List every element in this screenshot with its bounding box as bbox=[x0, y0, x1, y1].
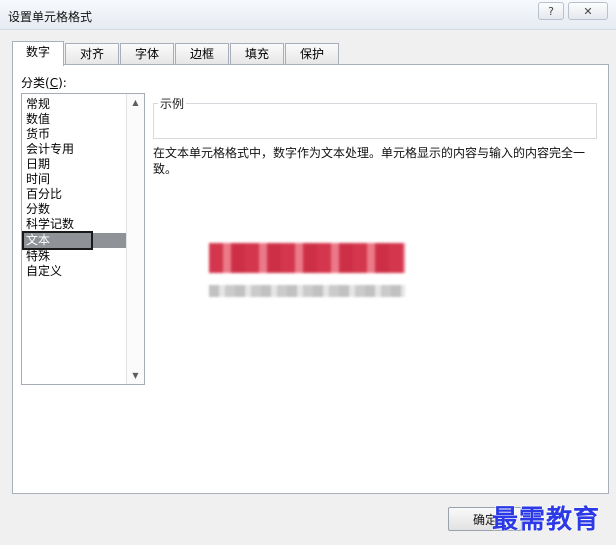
triangle-down-icon: ▼ bbox=[132, 371, 139, 380]
help-button[interactable]: ? bbox=[538, 2, 564, 20]
category-label: 分类(C): bbox=[21, 76, 67, 90]
list-item[interactable]: 特殊 bbox=[23, 249, 126, 264]
list-item-label: 文本 bbox=[26, 233, 51, 247]
triangle-up-icon: ▲ bbox=[132, 98, 139, 107]
tab-protection[interactable]: 保护 bbox=[285, 43, 339, 65]
sample-preview-box: 示例 bbox=[153, 95, 597, 139]
list-item[interactable]: 百分比 bbox=[23, 187, 126, 202]
tab-font[interactable]: 字体 bbox=[120, 43, 174, 65]
help-icon: ? bbox=[548, 4, 554, 18]
format-description: 在文本单元格格式中，数字作为文本处理。单元格显示的内容与输入的内容完全一致。 bbox=[153, 146, 586, 176]
sample-label: 示例 bbox=[158, 95, 187, 112]
list-item[interactable]: 货币 bbox=[23, 127, 126, 142]
list-scrollbar[interactable]: ▲ ▼ bbox=[126, 94, 144, 384]
list-item-selected[interactable]: 文本 bbox=[22, 231, 126, 250]
close-button[interactable]: ✕ bbox=[568, 2, 608, 20]
list-item[interactable]: 时间 bbox=[23, 172, 126, 187]
blurred-watermark-red bbox=[209, 243, 405, 273]
title-bar: 设置单元格格式 ? ✕ bbox=[0, 0, 616, 30]
list-item[interactable]: 日期 bbox=[23, 157, 126, 172]
list-item[interactable]: 会计专用 bbox=[23, 142, 126, 157]
tab-border[interactable]: 边框 bbox=[175, 43, 229, 65]
tab-panel-number: 分类(C): 常规 数值 货币 会计专用 日期 时间 百分比 分数 科学记数 文… bbox=[12, 64, 609, 494]
scroll-up-button[interactable]: ▲ bbox=[127, 94, 144, 111]
tab-fill[interactable]: 填充 bbox=[230, 43, 284, 65]
tab-alignment[interactable]: 对齐 bbox=[65, 43, 119, 65]
list-item[interactable]: 数值 bbox=[23, 112, 126, 127]
list-item[interactable]: 科学记数 bbox=[23, 217, 126, 232]
category-list[interactable]: 常规 数值 货币 会计专用 日期 时间 百分比 分数 科学记数 文本 特殊 自定… bbox=[21, 93, 145, 385]
list-item[interactable]: 自定义 bbox=[23, 264, 126, 279]
blurred-watermark-grey bbox=[209, 285, 405, 297]
tab-number[interactable]: 数字 bbox=[12, 41, 64, 66]
list-item[interactable]: 分数 bbox=[23, 202, 126, 217]
list-item[interactable]: 常规 bbox=[23, 97, 126, 112]
accelerator-key: C bbox=[49, 76, 59, 90]
window-title: 设置单元格格式 bbox=[8, 10, 93, 24]
close-icon: ✕ bbox=[583, 4, 593, 18]
scroll-down-button[interactable]: ▼ bbox=[127, 367, 144, 384]
brand-watermark-logo: 最需教育 bbox=[492, 505, 601, 535]
